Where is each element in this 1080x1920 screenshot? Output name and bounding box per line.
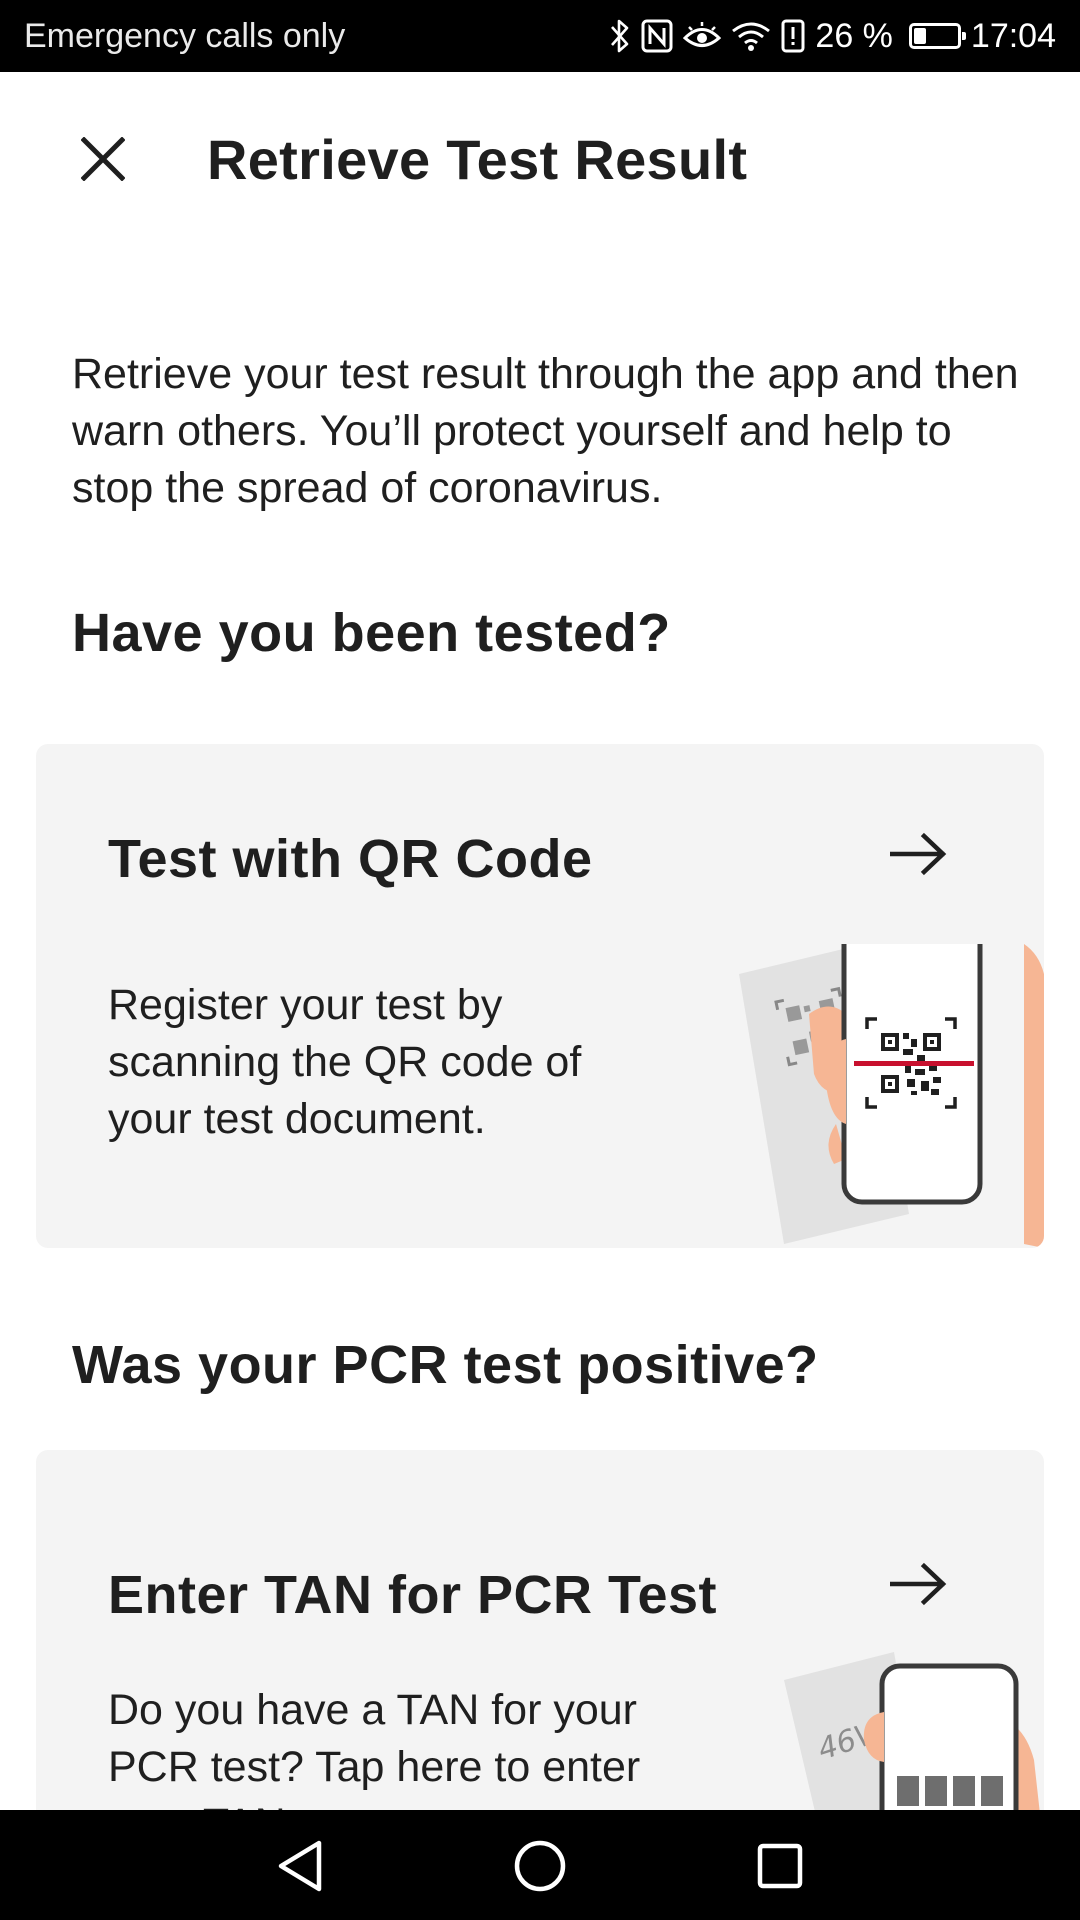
battery-icon bbox=[908, 23, 966, 49]
page-title: Retrieve Test Result bbox=[207, 128, 748, 191]
qr-scan-illustration bbox=[739, 944, 1044, 1248]
nav-recents-button[interactable] bbox=[750, 1836, 810, 1896]
battery-percent: 26 % bbox=[815, 16, 893, 55]
app-header: Retrieve Test Result bbox=[0, 72, 1080, 242]
qr-code-card[interactable]: Test with QR Code Register your test by … bbox=[36, 744, 1044, 1248]
qr-card-description: Register your test by scanning the QR co… bbox=[108, 981, 582, 1143]
battery-alert-icon bbox=[781, 16, 805, 56]
section-heading-tested: Have you been tested? bbox=[72, 603, 671, 663]
nav-home-button[interactable] bbox=[510, 1836, 570, 1896]
clock: 17:04 bbox=[970, 16, 1056, 55]
bluetooth-icon bbox=[609, 16, 631, 56]
eye-comfort-icon bbox=[683, 16, 722, 56]
wifi-icon bbox=[731, 16, 771, 56]
section-heading-pcr: Was your PCR test positive? bbox=[72, 1335, 819, 1395]
intro-text: Retrieve your test result through the ap… bbox=[72, 350, 1019, 512]
back-triangle-icon bbox=[278, 1840, 322, 1892]
close-icon bbox=[81, 137, 125, 181]
nav-back-button[interactable] bbox=[270, 1836, 330, 1896]
status-bar: Emergency calls only 26 % 17:04 bbox=[0, 0, 1080, 72]
nfc-icon bbox=[641, 16, 673, 56]
arrow-right-icon bbox=[888, 1560, 950, 1608]
recents-square-icon bbox=[757, 1843, 803, 1889]
arrow-right-icon bbox=[888, 830, 950, 878]
carrier-text: Emergency calls only bbox=[24, 16, 346, 55]
home-circle-icon bbox=[514, 1840, 566, 1892]
close-button[interactable] bbox=[62, 118, 144, 200]
tan-pcr-card[interactable]: Enter TAN for PCR Test Do you have a TAN… bbox=[36, 1450, 1044, 1850]
system-nav-bar bbox=[0, 1810, 1080, 1920]
tan-card-title: Enter TAN for PCR Test bbox=[108, 1565, 718, 1625]
qr-card-title: Test with QR Code bbox=[108, 829, 593, 889]
status-icons: 26 % 17:04 bbox=[609, 16, 1056, 56]
